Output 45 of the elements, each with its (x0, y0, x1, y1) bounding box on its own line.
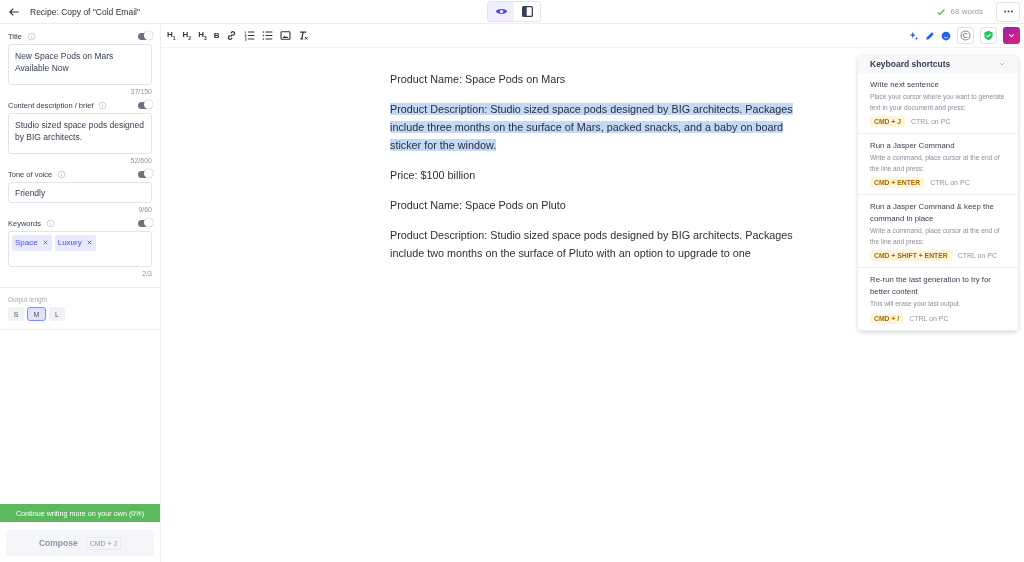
format-button[interactable]: H$_{1}$ (167, 30, 176, 41)
close-icon[interactable] (41, 239, 49, 247)
pencil-icon[interactable] (925, 30, 935, 41)
info-icon (26, 31, 36, 41)
info-icon (45, 218, 55, 228)
recipe-title: Recipe: Copy of "Cold Email" (30, 6, 140, 17)
sparkle-icon[interactable] (909, 30, 919, 41)
keyword-tag[interactable]: Space (12, 235, 52, 251)
numbered-list-icon[interactable] (244, 30, 256, 41)
info-icon (57, 169, 67, 179)
document-paragraph: Product Description: Studio sized space pods designed by BIG architects. Packages include three months on the surface of Mars, packed snacks, and a baby on board sticker for the window. (390, 102, 794, 153)
format-button[interactable]: H$_{3}$ (198, 30, 207, 41)
panel-title: Keyboard shortcuts (870, 59, 951, 69)
back-arrow-icon[interactable] (8, 5, 20, 18)
shortcuts-toggle-button[interactable] (1003, 27, 1020, 44)
toggle-switch[interactable] (138, 101, 152, 109)
image-icon[interactable] (280, 30, 292, 41)
info-icon (98, 100, 108, 110)
toggle-switch[interactable] (138, 219, 152, 227)
copyright-icon (960, 30, 971, 41)
word-count: 68 words (950, 7, 983, 16)
link-icon[interactable] (226, 30, 238, 41)
document-paragraph: Product Name: Space Pods on Pluto (390, 198, 567, 213)
toggle-switch[interactable] (138, 170, 152, 178)
clear-format-icon[interactable] (298, 30, 310, 41)
document-paragraph: Product Name: Space Pods on Mars (390, 72, 567, 87)
toggle-switch[interactable] (138, 32, 152, 40)
text-area[interactable]: Studio sized space pods designed by BIG architects. (8, 113, 152, 154)
document-paragraph: Price: $100 billion (390, 168, 477, 183)
preview-toggle[interactable] (488, 2, 514, 21)
text-area[interactable]: New Space Pods on Mars Available Now (8, 44, 152, 85)
smiley-icon[interactable] (941, 30, 951, 41)
document-paragraph: Product Description: Studio sized space pods designed by BIG architects. Packages include two months on the surface of Pluto with an option to upgrade to one (390, 228, 794, 261)
panel-icon (520, 5, 534, 18)
format-button[interactable]: B (213, 31, 220, 40)
keyword-tag[interactable]: Luxury (54, 235, 96, 251)
input-field[interactable]: Friendly (8, 182, 152, 203)
layout-toggle[interactable] (514, 2, 540, 21)
plagiarism-button[interactable] (957, 27, 974, 44)
keywords-field[interactable]: Space Luxury (8, 231, 152, 267)
format-button[interactable]: H$_{2}$ (182, 30, 192, 41)
close-icon[interactable] (85, 239, 93, 247)
chevron-down-icon (1007, 31, 1016, 40)
bullet-list-icon[interactable] (262, 30, 274, 41)
shield-icon (983, 30, 994, 41)
